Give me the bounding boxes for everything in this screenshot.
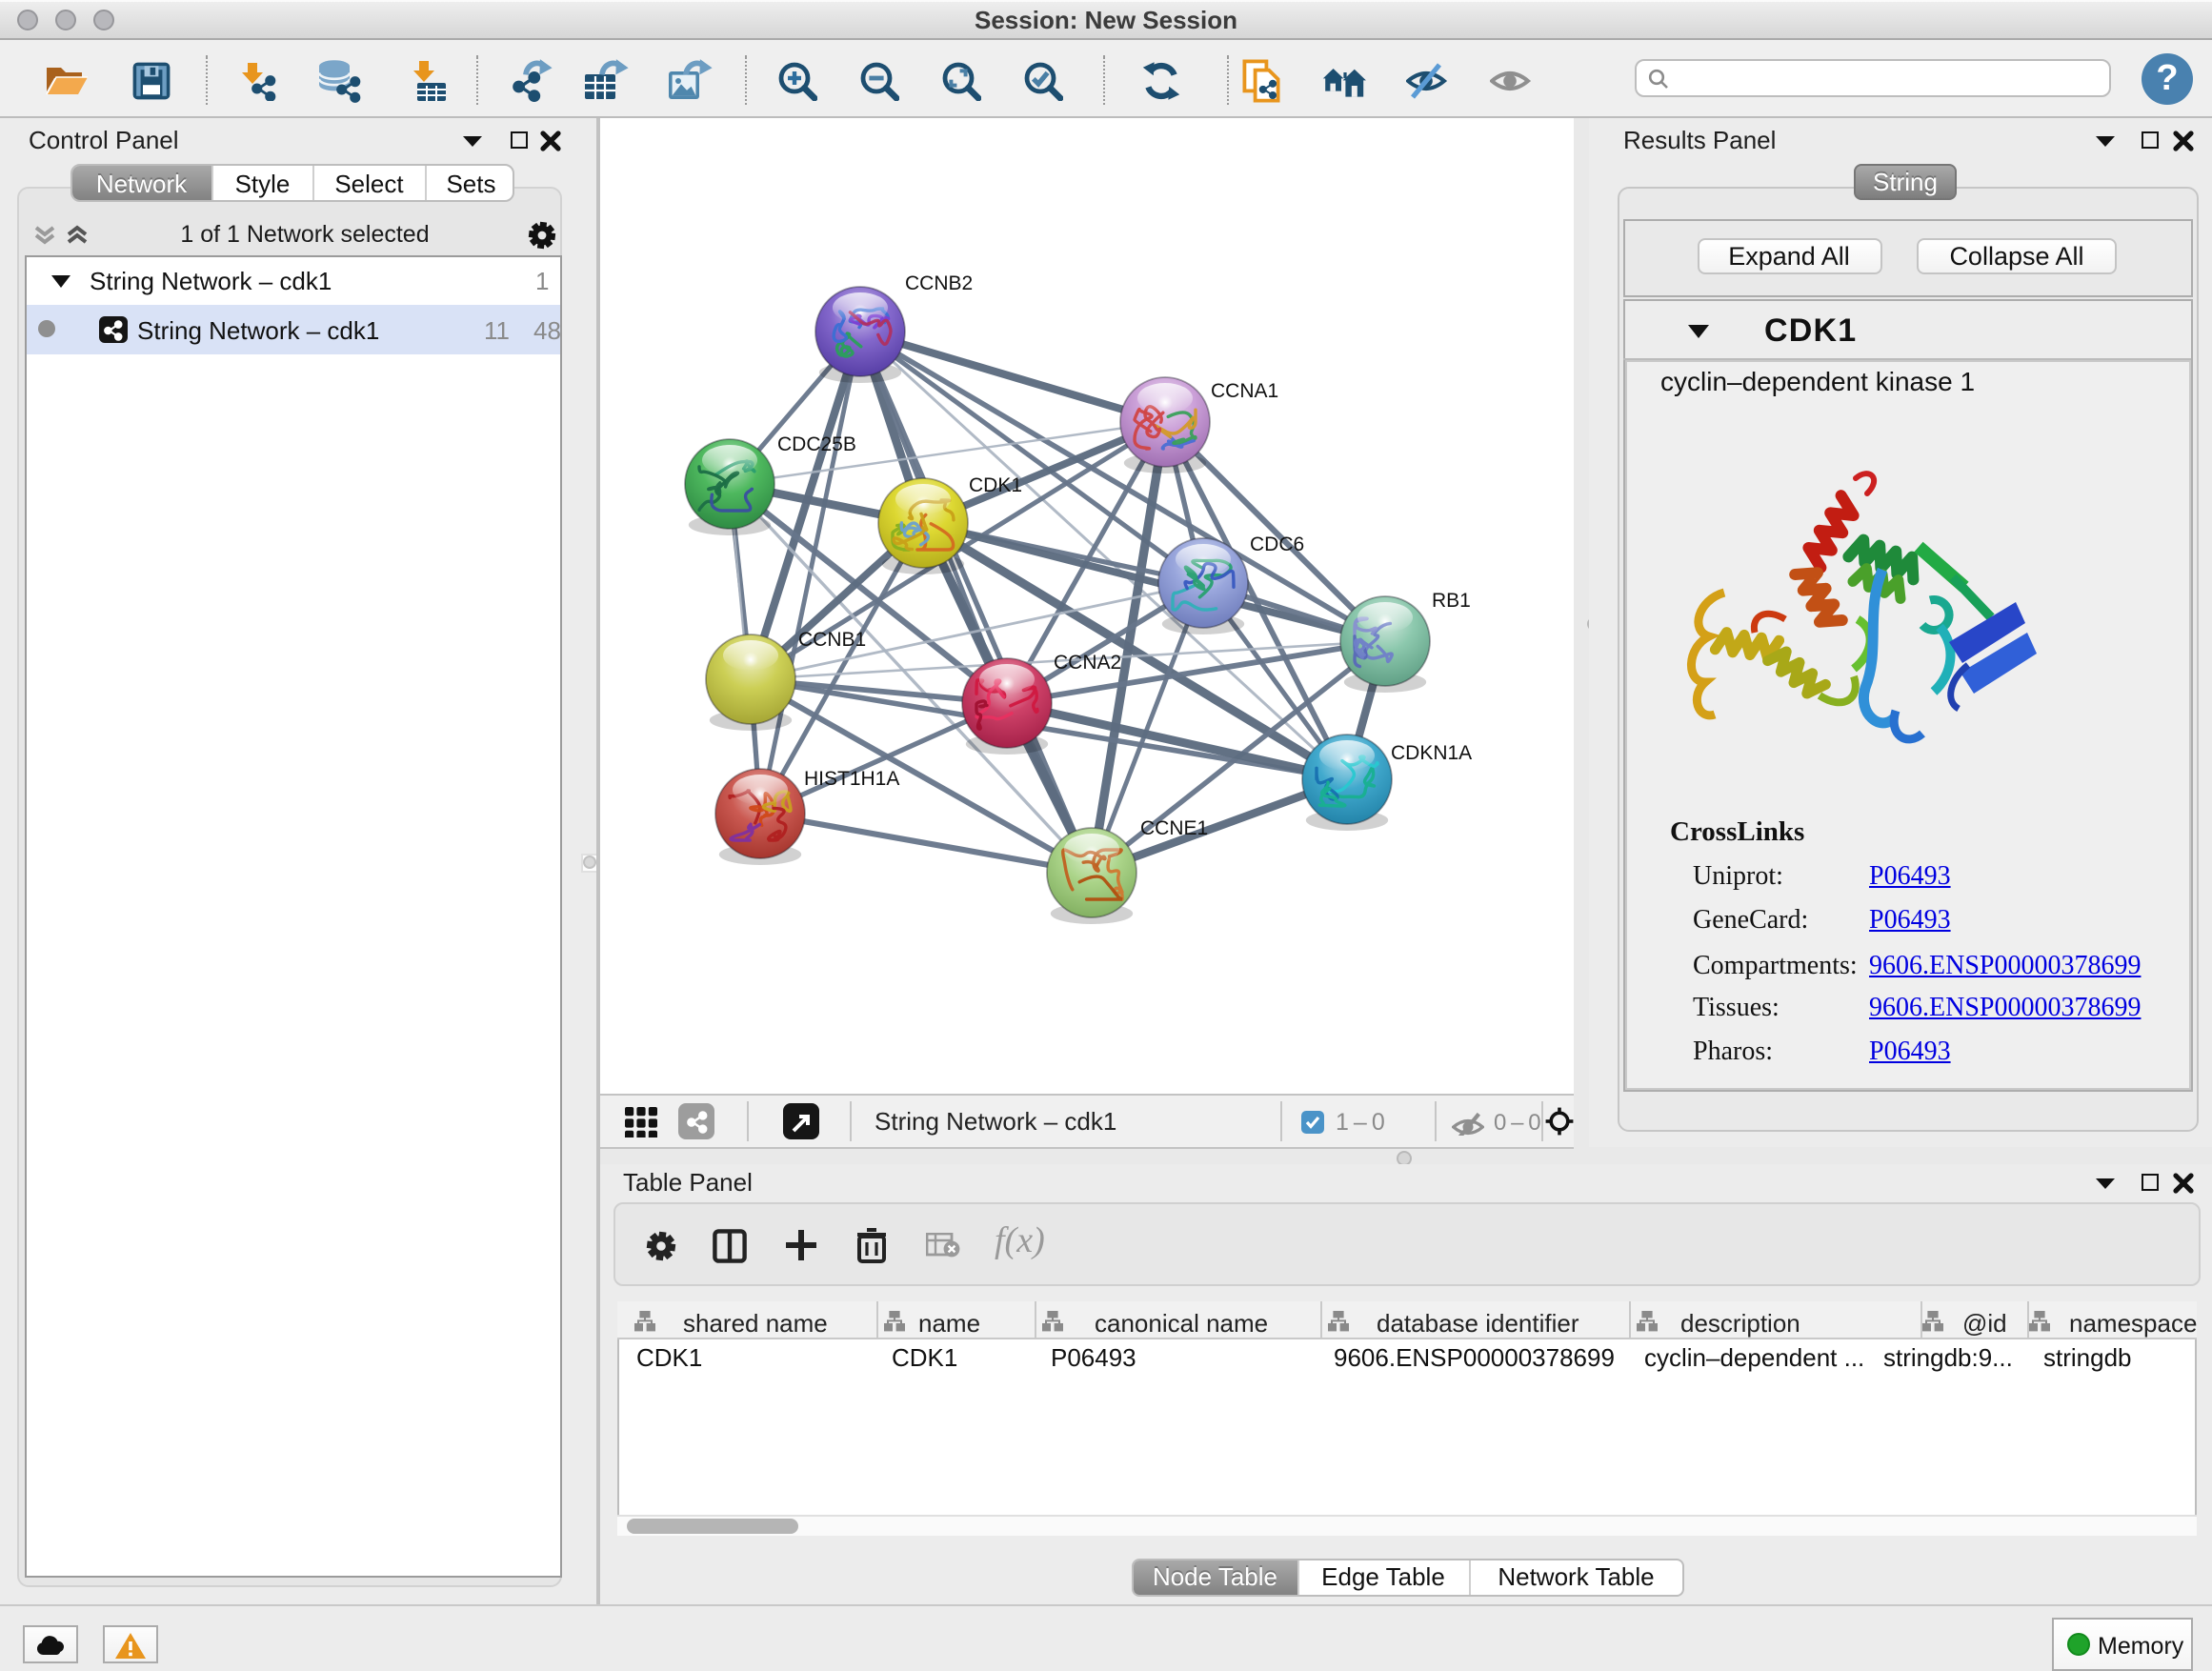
svg-text:CDK1: CDK1 — [969, 474, 1022, 496]
svg-text:CCNE1: CCNE1 — [1140, 817, 1208, 839]
svg-text:CDC6: CDC6 — [1250, 534, 1304, 555]
svg-text:CCNA1: CCNA1 — [1211, 380, 1278, 402]
svg-text:CCNB1: CCNB1 — [798, 629, 866, 651]
svg-text:CDC25B: CDC25B — [777, 433, 856, 455]
svg-text:CDKN1A: CDKN1A — [1391, 742, 1472, 764]
svg-text:HIST1H1A: HIST1H1A — [804, 768, 899, 790]
svg-text:CCNA2: CCNA2 — [1054, 652, 1121, 674]
svg-text:CCNB2: CCNB2 — [905, 272, 973, 294]
svg-text:RB1: RB1 — [1432, 590, 1471, 612]
